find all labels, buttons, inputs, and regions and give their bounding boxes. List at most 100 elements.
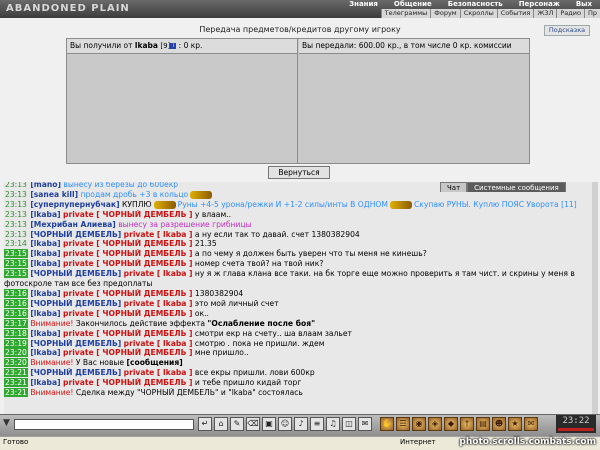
chat-time[interactable]: 23:20 xyxy=(4,358,28,368)
chat-time[interactable]: 23:13 xyxy=(4,230,28,239)
mail-icon[interactable]: ✉ xyxy=(524,417,538,431)
chat-time[interactable]: 23:15 xyxy=(4,259,28,269)
chat-user[interactable]: [ЧОРНЫЙ ДЕМБЕЛЬ] xyxy=(30,269,121,278)
nav-item-character[interactable]: Персонаж xyxy=(511,0,568,9)
item-icon[interactable] xyxy=(153,200,176,209)
users-icon[interactable]: ☺ xyxy=(278,417,292,431)
private-target[interactable]: private [ lkaba ] xyxy=(124,269,193,278)
partner-nick[interactable]: lkaba xyxy=(135,41,158,50)
edit-icon[interactable]: ✎ xyxy=(230,417,244,431)
chat-time[interactable]: 23:14 xyxy=(4,239,28,248)
chat-user[interactable]: [Мехрибан Алиева] xyxy=(30,220,115,229)
chat-time[interactable]: 23:13 xyxy=(4,182,28,189)
chat-input[interactable] xyxy=(14,419,194,430)
private-target[interactable]: private [ ЧОРНЫЙ ДЕМБЕЛЬ ] xyxy=(63,259,192,268)
chat-time[interactable]: 23:21 xyxy=(4,388,28,398)
chat-time[interactable]: 23:18 xyxy=(4,328,28,338)
hint-button[interactable]: Подсказка xyxy=(544,25,590,36)
nav-item-exit[interactable]: Вых xyxy=(568,0,600,9)
chat-time[interactable]: 23:16 xyxy=(4,308,28,318)
lock-icon[interactable]: ◫ xyxy=(342,417,356,431)
chat-user[interactable]: [mano] xyxy=(30,182,61,189)
chat-user[interactable]: [lkaba] xyxy=(30,348,60,357)
filter-icon[interactable]: ≡ xyxy=(310,417,324,431)
private-target[interactable]: private [ ЧОРНЫЙ ДЕМБЕЛЬ ] xyxy=(63,329,192,338)
subnav-forum[interactable]: Форум xyxy=(430,9,459,18)
chat-time[interactable]: 23:13 xyxy=(4,190,28,199)
private-target[interactable]: private [ ЧОРНЫЙ ДЕМБЕЛЬ ] xyxy=(63,378,192,387)
chat-time[interactable]: 23:21 xyxy=(4,368,28,378)
subnav-zhzl[interactable]: ЖЗЛ xyxy=(533,9,556,18)
private-target[interactable]: private [ ЧОРНЫЙ ДЕМБЕЛЬ ] xyxy=(63,210,192,219)
chat-time[interactable]: 23:17 xyxy=(4,318,28,328)
info-icon[interactable]: i xyxy=(170,43,177,49)
chat-user[interactable]: [ЧОРНЫЙ ДЕМБЕЛЬ] xyxy=(30,299,121,308)
subnav-scrolls[interactable]: Скроллы xyxy=(459,9,497,18)
bag-icon[interactable]: ◉ xyxy=(412,417,426,431)
chat-user[interactable]: [lkaba] xyxy=(30,210,60,219)
book-icon[interactable]: ▤ xyxy=(476,417,490,431)
private-target[interactable]: private [ ЧОРНЫЙ ДЕМБЕЛЬ ] xyxy=(63,249,192,258)
map-icon[interactable]: ◈ xyxy=(428,417,442,431)
chat-time[interactable]: 23:15 xyxy=(4,269,28,279)
chat-bubble-icon[interactable]: ✉ xyxy=(358,417,372,431)
chat-time[interactable]: 23:13 xyxy=(4,210,28,219)
chat-time[interactable]: 23:13 xyxy=(4,200,28,209)
subnav-radio[interactable]: Радио xyxy=(556,9,584,18)
chat-user[interactable]: [ЧОРНЫЙ ДЕМБЕЛЬ] xyxy=(30,339,121,348)
people-icon[interactable]: ☻ xyxy=(492,417,506,431)
save-icon[interactable]: ▣ xyxy=(262,417,276,431)
chat-user[interactable]: [lkaba] xyxy=(30,289,60,298)
chat-user[interactable]: [lkaba] xyxy=(30,249,60,258)
chat-user[interactable]: [lkaba] xyxy=(30,329,60,338)
chat-text: У Вас новые xyxy=(75,358,125,368)
scroll-icon[interactable]: ☰ xyxy=(396,417,410,431)
subnav-events[interactable]: События xyxy=(496,9,534,18)
chevron-down-icon[interactable]: ▼ xyxy=(3,418,10,428)
chat-time[interactable]: 23:16 xyxy=(4,288,28,298)
chat-time[interactable]: 23:19 xyxy=(4,338,28,348)
chat-time[interactable]: 23:15 xyxy=(4,249,28,259)
home-icon[interactable]: ⌂ xyxy=(214,417,228,431)
subnav-telegrams[interactable]: Телеграммы xyxy=(380,9,431,18)
chat-user[interactable]: [ЧОРНЫЙ ДЕМБЕЛЬ] xyxy=(30,368,121,377)
chat-user[interactable]: [lkaba] xyxy=(30,378,60,387)
chat-user[interactable]: [суперпупернубчак] xyxy=(30,200,119,209)
nav-item-security[interactable]: Безопасность xyxy=(440,0,511,9)
hand-icon[interactable]: ✋ xyxy=(380,417,394,431)
shield-icon[interactable]: ◆ xyxy=(444,417,458,431)
sword-icon[interactable]: † xyxy=(460,417,474,431)
nav-item-knowledge[interactable]: Знания xyxy=(341,0,386,9)
private-target[interactable]: private [ lkaba ] xyxy=(124,339,193,348)
chat-time[interactable]: 23:16 xyxy=(4,298,28,308)
private-target[interactable]: private [ lkaba ] xyxy=(124,230,193,239)
chat-user[interactable]: [sanea kill] xyxy=(30,190,78,199)
nav-item-communication[interactable]: Общение xyxy=(386,0,440,9)
chat-time[interactable]: 23:20 xyxy=(4,348,28,358)
star-icon[interactable]: ★ xyxy=(508,417,522,431)
eraser-icon[interactable]: ⌫ xyxy=(246,417,260,431)
private-target[interactable]: private [ ЧОРНЫЙ ДЕМБЕЛЬ ] xyxy=(63,309,192,318)
tab-chat[interactable]: Чат xyxy=(440,182,468,192)
chat-time[interactable]: 23:21 xyxy=(4,378,28,388)
send-icon[interactable]: ↵ xyxy=(198,417,212,431)
chat-user[interactable]: [lkaba] xyxy=(30,309,60,318)
chat-user[interactable]: [lkaba] xyxy=(30,239,60,248)
private-target[interactable]: private [ lkaba ] xyxy=(124,368,193,377)
sound-icon[interactable]: ♫ xyxy=(326,417,340,431)
chat-bold-text: "Ослабление после боя" xyxy=(207,318,316,328)
music-icon[interactable]: ♪ xyxy=(294,417,308,431)
chat-time[interactable]: 23:13 xyxy=(4,220,28,229)
item-icon[interactable] xyxy=(389,200,412,209)
subnav-more[interactable]: Пр xyxy=(583,9,600,18)
private-target[interactable]: private [ ЧОРНЫЙ ДЕМБЕЛЬ ] xyxy=(63,348,192,357)
private-target[interactable]: private [ ЧОРНЫЙ ДЕМБЕЛЬ ] xyxy=(63,289,192,298)
private-target[interactable]: private [ lkaba ] xyxy=(124,299,193,308)
item-icon[interactable] xyxy=(190,190,213,199)
chat-user[interactable]: [lkaba] xyxy=(30,259,60,268)
chat-user[interactable]: [ЧОРНЫЙ ДЕМБЕЛЬ] xyxy=(30,230,121,239)
private-target[interactable]: private [ ЧОРНЫЙ ДЕМБЕЛЬ ] xyxy=(63,239,192,248)
back-button[interactable]: Вернуться xyxy=(268,166,330,179)
tab-system-messages[interactable]: Системные сообщения xyxy=(467,182,566,192)
chat-scrollbar[interactable] xyxy=(592,182,598,414)
